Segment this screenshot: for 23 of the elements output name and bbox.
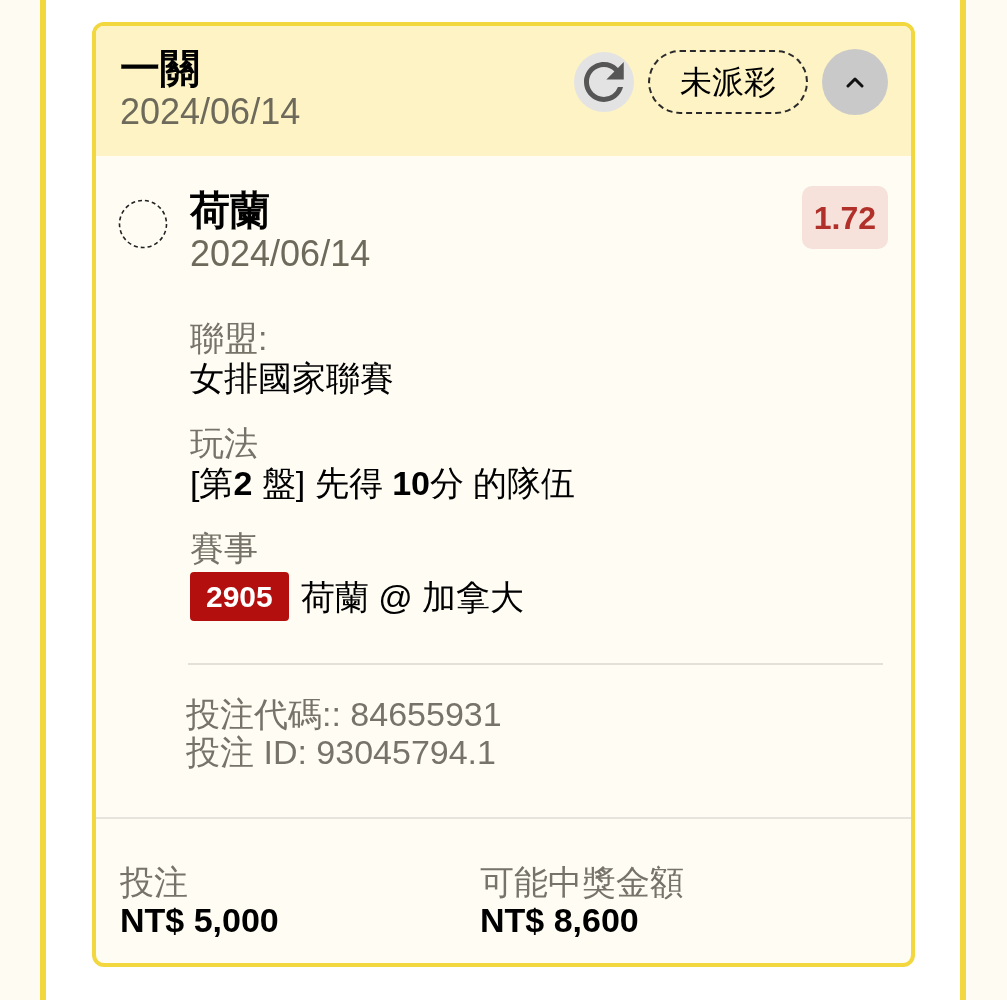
refresh-icon: [584, 62, 624, 102]
event-code: 2905: [190, 572, 289, 621]
team-name: 荷蘭: [190, 187, 271, 234]
bet-type-title: 一關: [120, 45, 201, 92]
bet-id: 投注 ID: 93045794.1: [186, 733, 497, 771]
amount-value: NT$ 8,600: [480, 901, 640, 939]
detail-value: [第2 盤] 先得 10分 的隊伍: [190, 463, 577, 503]
amount-value: NT$ 5,000: [120, 901, 280, 939]
detail-value: 女排國家聯賽: [190, 358, 395, 398]
detail-label: 玩法: [190, 423, 259, 463]
dashed-circle-icon: [118, 199, 168, 249]
detail-label: 聯盟:: [190, 318, 269, 358]
odds: 1.72: [801, 186, 888, 249]
settlement-status: 未派彩: [648, 50, 808, 114]
amount-label: 可能中獎金額: [480, 863, 685, 901]
refresh-button[interactable]: [574, 52, 634, 112]
matchup-text: 荷蘭 @ 加拿大: [300, 576, 525, 617]
chevron-up-icon: [846, 75, 864, 89]
match-date: 2024/06/14: [190, 234, 372, 274]
bet-code: 投注代碼:: 84655931: [186, 695, 503, 733]
amount-label: 投注: [120, 863, 189, 901]
bet-date: 2024/06/14: [120, 92, 301, 132]
detail-label: 賽事: [190, 528, 259, 568]
